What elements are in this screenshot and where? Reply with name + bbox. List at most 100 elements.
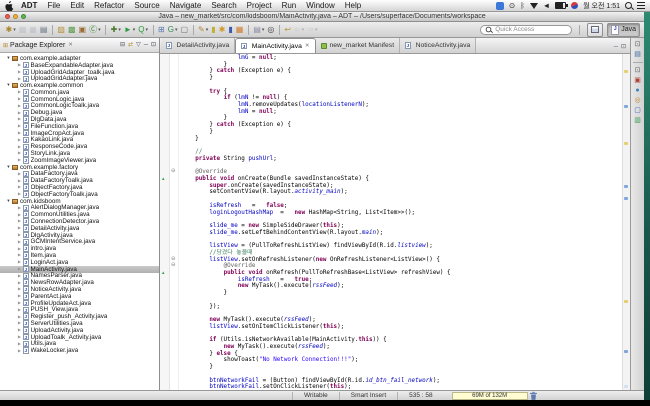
tree-item-com-example-common[interactable]: ▼ com.example.common: [0, 82, 159, 89]
tree-item-utils-java[interactable]: ▶ J Utils.java: [0, 340, 159, 347]
tree-item-debug-java[interactable]: ▶ J Debug.java: [0, 109, 159, 116]
collapsed-arrow-icon[interactable]: ▶: [16, 90, 23, 94]
collapse-all-icon[interactable]: ⊟: [120, 42, 125, 48]
collapsed-arrow-icon[interactable]: ▶: [16, 314, 23, 319]
format-icon[interactable]: ✎ ▾: [197, 24, 210, 36]
collapsed-arrow-icon[interactable]: ▶: [16, 185, 23, 189]
plugin-icon[interactable]: ▮: [210, 24, 217, 36]
web-browser-icon[interactable]: ●: [635, 87, 639, 94]
tree-item-commonlogictoalk-java[interactable]: ▶ J CommonLogicToalk.java: [0, 102, 159, 109]
notification-center-icon[interactable]: [637, 2, 645, 9]
close-tab-icon[interactable]: ✕: [305, 43, 310, 49]
tree-item-com-example-factory[interactable]: ▼ com.example.factory: [0, 164, 159, 171]
expanded-arrow-icon[interactable]: ▼: [5, 56, 12, 60]
restore-stack-icon[interactable]: ⊡: [635, 67, 641, 74]
annotation-mark[interactable]: [624, 385, 628, 388]
menu-item-adt[interactable]: ADT: [16, 1, 42, 10]
maximize-editor-icon[interactable]: ⊡: [621, 44, 626, 50]
collapsed-arrow-icon[interactable]: ▶: [16, 246, 23, 251]
tree-item-connectiondetector-java[interactable]: ▶ J ConnectionDetector.java: [0, 218, 159, 225]
annotation-mark[interactable]: [624, 197, 628, 200]
link-with-editor-icon[interactable]: ⇄: [128, 42, 133, 48]
tree-item-uploadtoalk-activity-java[interactable]: ▶ J UploadToalk_Activity.java: [0, 334, 159, 341]
collapse-marker-icon[interactable]: ⊖: [171, 168, 176, 174]
korean-input-icon[interactable]: [571, 2, 579, 9]
save-icon[interactable]: ▦: [17, 24, 28, 36]
menu-item-search[interactable]: Search: [206, 1, 241, 10]
tree-item-item-java[interactable]: ▶ J Item.java: [0, 252, 159, 259]
new-class-icon[interactable]: Ⓒ ▾: [88, 24, 103, 36]
tree-item-dlgdata-java[interactable]: ▶ J DlgData.java: [0, 116, 159, 123]
coverage-icon[interactable]: ⊞: [157, 24, 167, 36]
collapsed-arrow-icon[interactable]: ▶: [16, 171, 23, 176]
lint-icon[interactable]: ✱: [217, 24, 227, 36]
view-menu-icon[interactable]: ▽: [136, 42, 141, 48]
collapsed-arrow-icon[interactable]: ▶: [16, 205, 23, 210]
annotation-mark[interactable]: [624, 350, 628, 353]
close-button[interactable]: [5, 14, 10, 19]
collapsed-arrow-icon[interactable]: ▶: [16, 293, 23, 298]
run-icon[interactable]: ► ▾: [122, 24, 136, 36]
outline-view-icon[interactable]: ▤: [634, 51, 641, 58]
tree-item-responsecode-java[interactable]: ▶ J ResponseCode.java: [0, 143, 159, 150]
tree-item-loginact-java[interactable]: ▶ J LoginAct.java: [0, 259, 159, 266]
resource-icon[interactable]: ▦: [234, 24, 245, 36]
editor-tab-noticeactivity-java[interactable]: J NoticeActivity.java: [400, 38, 477, 53]
menu-item-window[interactable]: Window: [301, 1, 339, 10]
collapsed-arrow-icon[interactable]: ▶: [16, 219, 23, 223]
menu-item-file[interactable]: File: [42, 1, 65, 10]
package-explorer-title[interactable]: Package Explorer: [10, 42, 65, 49]
debug-icon[interactable]: ✚ ▾: [109, 24, 122, 36]
quick-access-input[interactable]: Quick Access: [480, 24, 573, 35]
battery-icon[interactable]: [555, 2, 568, 9]
wifi-icon[interactable]: [529, 2, 538, 9]
time-machine-icon[interactable]: ⊙: [509, 2, 515, 10]
collapsed-arrow-icon[interactable]: ▶: [16, 124, 23, 128]
collapsed-arrow-icon[interactable]: ▶: [16, 192, 23, 196]
menu-item-run[interactable]: Run: [277, 1, 302, 10]
minimize-editor-icon[interactable]: ─: [614, 44, 618, 50]
print-icon[interactable]: ▤: [38, 24, 49, 36]
tree-item-detailactivity-java[interactable]: ▶ J DetailActivity.java: [0, 225, 159, 232]
collapsed-arrow-icon[interactable]: ▶: [16, 96, 23, 101]
collapsed-arrow-icon[interactable]: ▶: [16, 259, 23, 264]
last-edit-icon[interactable]: ↩: [283, 24, 293, 36]
zoom-button[interactable]: [21, 14, 26, 19]
close-view-icon[interactable]: ✕: [68, 42, 73, 48]
tree-item-intro-java[interactable]: ▶ Jintro.java: [0, 245, 159, 252]
gc-trash-icon[interactable]: [529, 391, 537, 400]
tree-item-gcmintentservice-java[interactable]: ▶ J GCMIntentService.java: [0, 238, 159, 245]
bluetooth-icon[interactable]: ᛒ: [520, 2, 525, 10]
collapsed-arrow-icon[interactable]: ▶: [16, 273, 23, 278]
tree-item-wakelocker-java[interactable]: ▶ J WakeLocker.java: [0, 347, 159, 354]
library-icon[interactable]: ▮: [227, 24, 234, 36]
collapsed-arrow-icon[interactable]: ▶: [16, 300, 23, 305]
menu-item-refactor[interactable]: Refactor: [89, 1, 129, 10]
collapsed-arrow-icon[interactable]: ▶: [16, 239, 23, 244]
forward-icon[interactable]: ⇨ ▾: [306, 24, 319, 36]
input-source-icon[interactable]: [495, 1, 504, 10]
collapsed-arrow-icon[interactable]: ▶: [16, 178, 23, 183]
restore-view-icon[interactable]: ⊡: [635, 41, 641, 48]
run-external-icon[interactable]: Q ▾: [137, 24, 150, 36]
collapsed-arrow-icon[interactable]: ▶: [16, 76, 23, 81]
menu-item-edit[interactable]: Edit: [65, 1, 89, 10]
new-package-icon[interactable]: ▣: [77, 24, 88, 36]
menu-item-navigate[interactable]: Navigate: [165, 1, 207, 10]
minimize-icon[interactable]: ─: [144, 42, 148, 48]
collapsed-arrow-icon[interactable]: ▶: [16, 280, 23, 285]
tree-item-noticeactivity-java[interactable]: ▶ J NoticeActivity.java: [0, 286, 159, 293]
apple-menu-icon[interactable]: [5, 0, 14, 11]
collapsed-arrow-icon[interactable]: ▶: [16, 266, 23, 271]
back-icon[interactable]: ⇦ ▾: [293, 24, 306, 36]
code-editor[interactable]: ▲ ▲ ⊖ ⊖ ⊖ lmG = null; } } catch (Exception …: [160, 54, 630, 390]
maximize-icon[interactable]: ⊡: [151, 42, 156, 48]
collapsed-arrow-icon[interactable]: ▶: [16, 348, 23, 353]
search-toolbar-icon[interactable]: ◎: [266, 24, 276, 36]
task-list-icon[interactable]: ▣: [634, 77, 641, 84]
collapsed-arrow-icon[interactable]: ▶: [16, 212, 23, 217]
progress-view-icon[interactable]: ▥: [634, 117, 641, 124]
collapsed-arrow-icon[interactable]: ▶: [16, 307, 23, 312]
new-android-project-icon[interactable]: ▩: [66, 24, 77, 36]
menu-item-project[interactable]: Project: [242, 1, 277, 10]
